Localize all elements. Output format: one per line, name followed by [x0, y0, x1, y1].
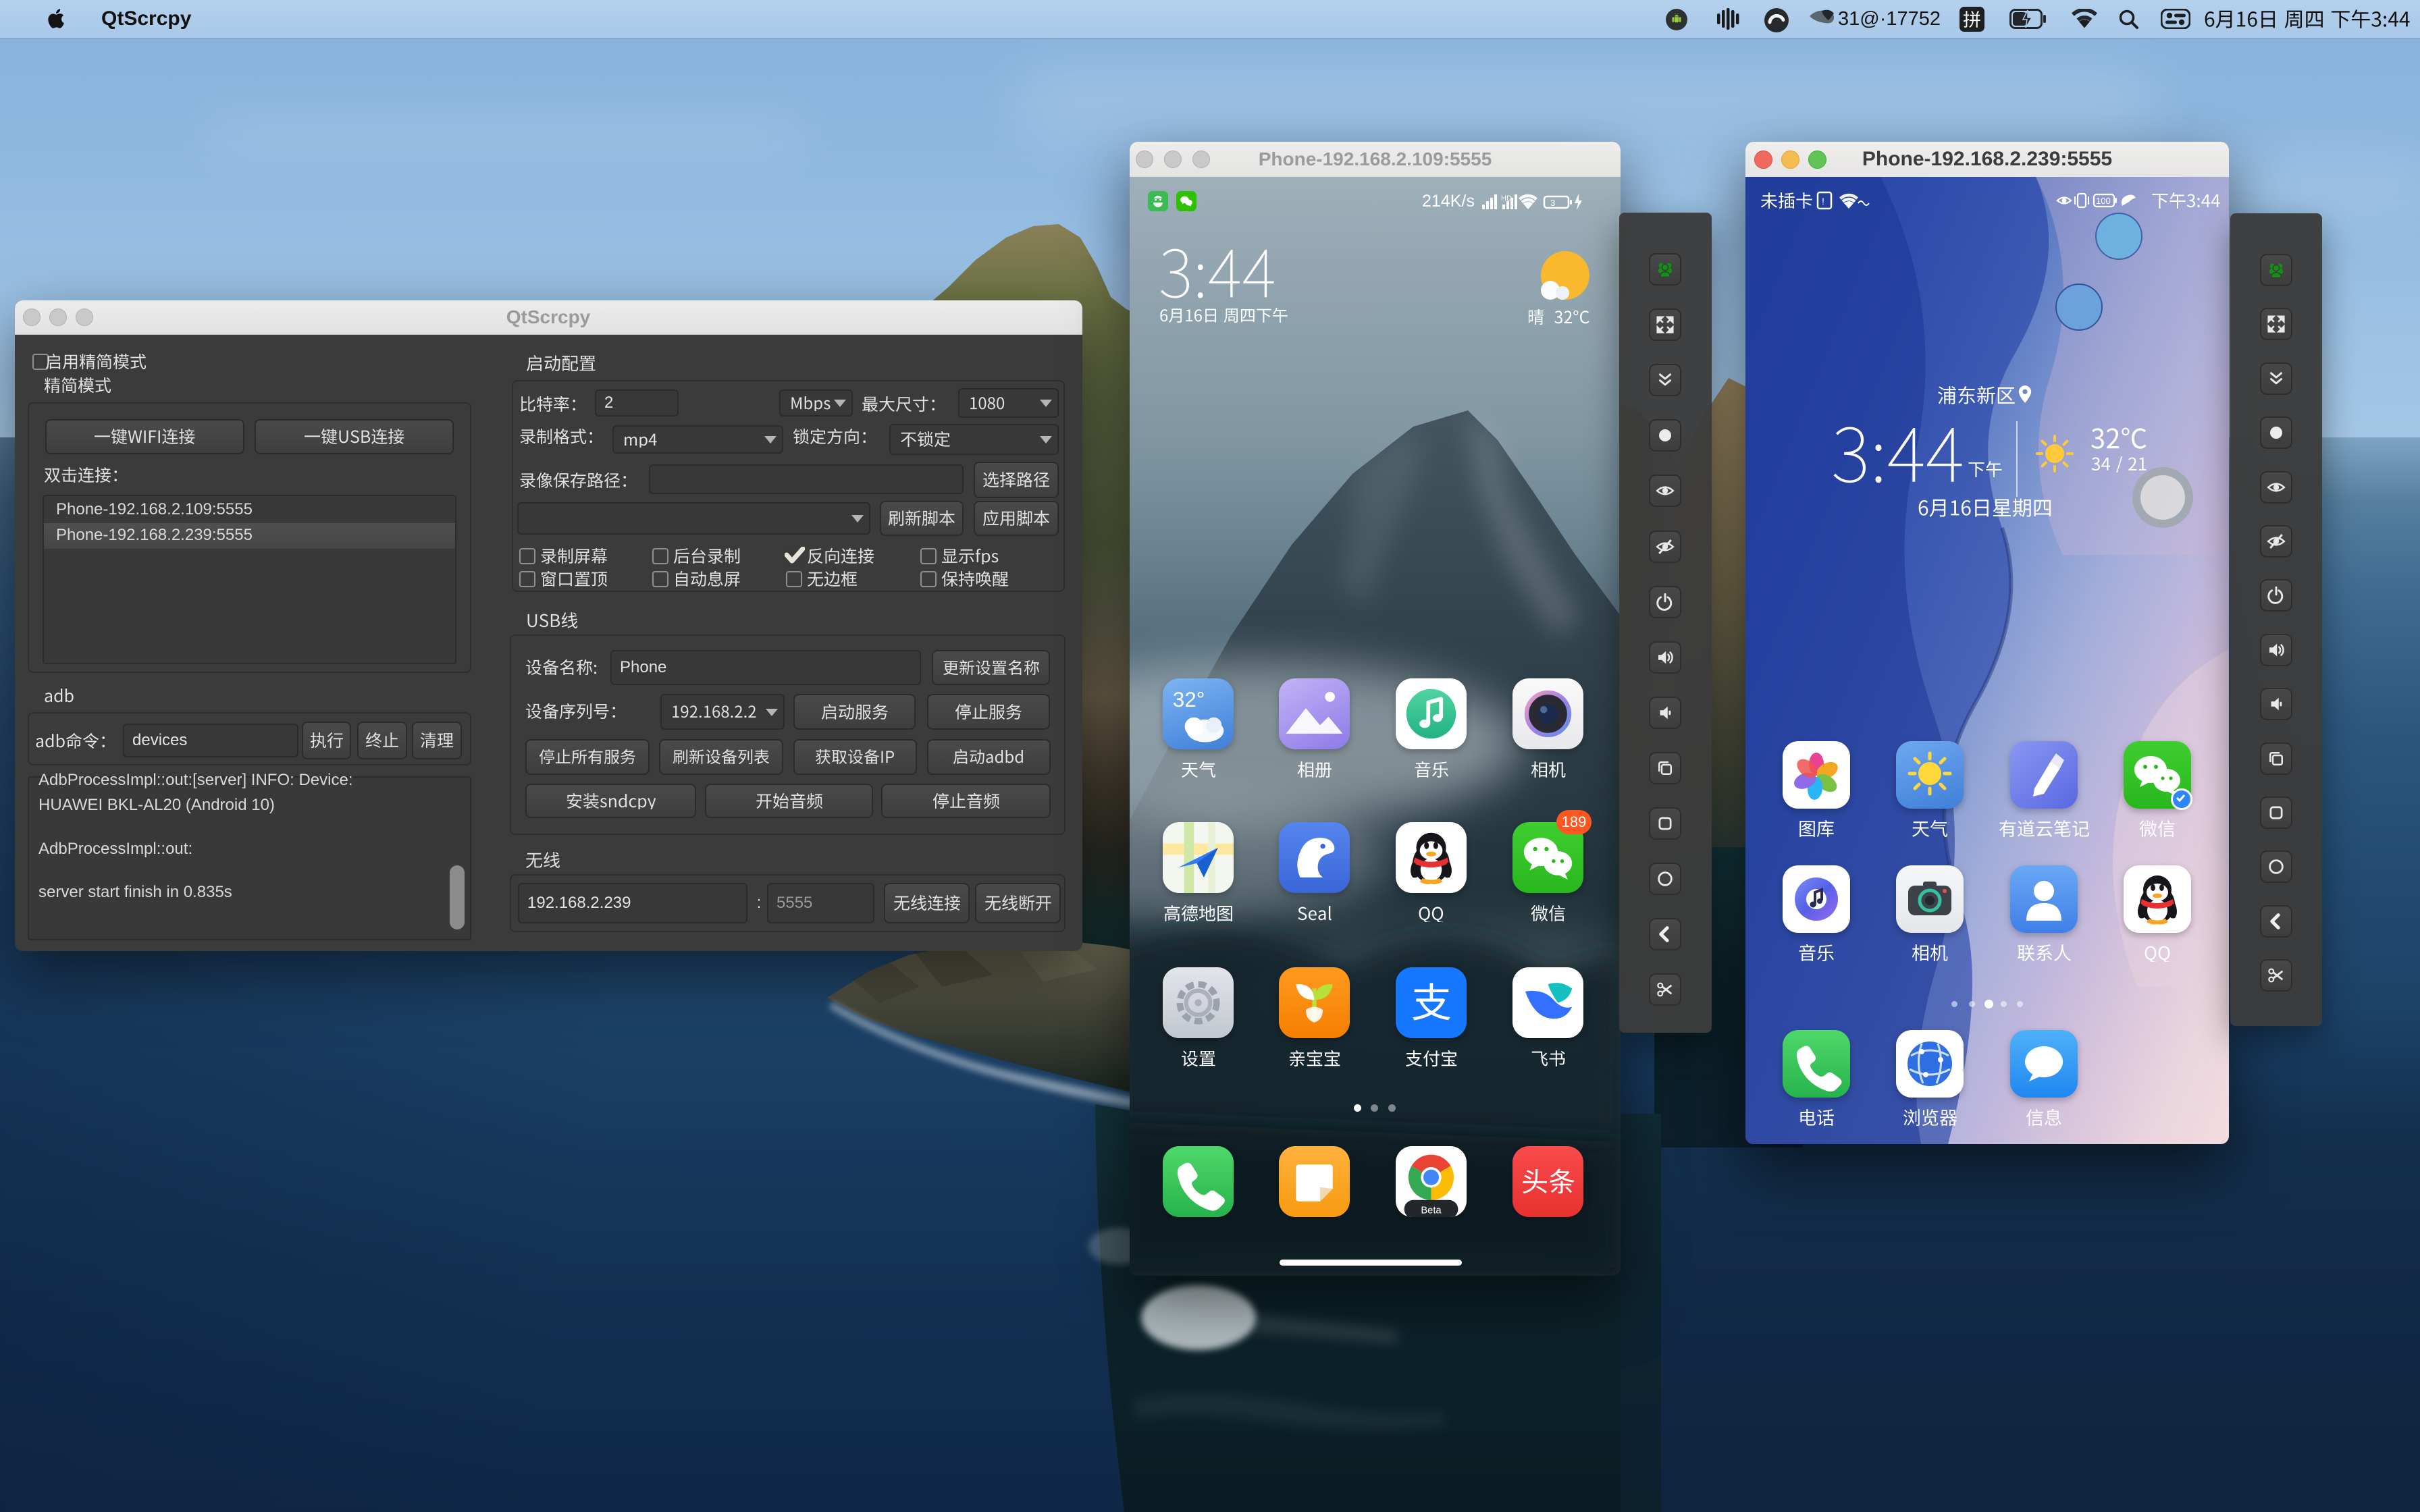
svg-text:32°: 32°: [1173, 687, 1205, 711]
svg-text:!: !: [1822, 196, 1824, 207]
svg-text:3: 3: [1550, 198, 1555, 208]
svg-text:Beta: Beta: [1421, 1206, 1442, 1216]
svg-text:100: 100: [2096, 196, 2111, 206]
svg-text:HD: HD: [1501, 194, 1512, 202]
